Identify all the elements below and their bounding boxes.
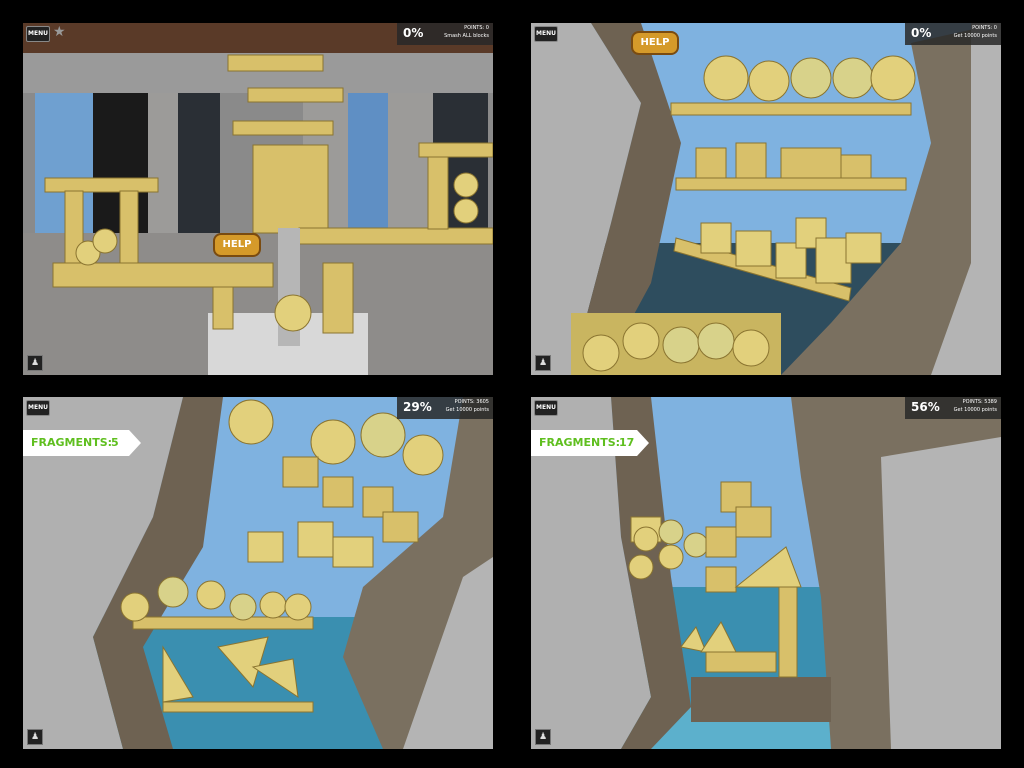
goal-text: Get 10000 points — [953, 407, 997, 413]
user-icon[interactable]: ♟ — [535, 355, 551, 371]
hud-top-bar: MENU 0% POINTS: 0 Get 10000 points — [531, 23, 1001, 51]
user-icon[interactable]: ♟ — [27, 729, 43, 745]
game-scene-1 — [23, 23, 493, 375]
progress-percent: 0% — [403, 26, 424, 40]
game-panel-1: MENU ★ 0% POINTS: 0 Smash ALL blocks HEL… — [23, 23, 493, 375]
menu-button[interactable]: MENU — [26, 26, 50, 42]
user-icon[interactable]: ♟ — [535, 729, 551, 745]
goal-text: Smash ALL blocks — [444, 33, 489, 39]
fragments-count: 5 — [111, 436, 119, 449]
hud-top-bar: MENU 56% POINTS: 5389 Get 10000 points — [531, 397, 1001, 425]
score-box: 56% POINTS: 5389 Get 10000 points — [905, 397, 1001, 419]
menu-button[interactable]: MENU — [26, 400, 50, 416]
score-box: 0% POINTS: 0 Smash ALL blocks — [397, 23, 493, 45]
user-icon[interactable]: ♟ — [27, 355, 43, 371]
star-icon[interactable]: ★ — [53, 24, 66, 40]
game-panel-4: MENU 56% POINTS: 5389 Get 10000 points F… — [531, 397, 1001, 749]
menu-button[interactable]: MENU — [534, 26, 558, 42]
hud-top-bar: MENU 29% POINTS: 3605 Get 10000 points — [23, 397, 493, 425]
game-panel-3: MENU 29% POINTS: 3605 Get 10000 points F… — [23, 397, 493, 749]
progress-percent: 0% — [911, 26, 932, 40]
points-counter: POINTS: 5389 — [962, 399, 997, 405]
progress-percent: 29% — [403, 400, 432, 414]
progress-percent: 56% — [911, 400, 940, 414]
points-counter: POINTS: 3605 — [454, 399, 489, 405]
menu-button[interactable]: MENU — [534, 400, 558, 416]
fragments-count: 17 — [619, 436, 635, 449]
game-panel-2: MENU 0% POINTS: 0 Get 10000 points HELP … — [531, 23, 1001, 375]
help-sign-button[interactable]: HELP — [631, 31, 679, 55]
points-counter: POINTS: 0 — [972, 25, 997, 31]
fragments-label: FRAGMENTS: — [31, 436, 113, 449]
points-counter: POINTS: 0 — [464, 25, 489, 31]
fragments-banner: FRAGMENTS: 17 — [531, 430, 649, 456]
game-scene-2 — [531, 23, 1001, 375]
fragments-banner: FRAGMENTS: 5 — [23, 430, 141, 456]
score-box: 0% POINTS: 0 Get 10000 points — [905, 23, 1001, 45]
help-sign-button[interactable]: HELP — [213, 233, 261, 257]
score-box: 29% POINTS: 3605 Get 10000 points — [397, 397, 493, 419]
hud-top-bar: MENU ★ 0% POINTS: 0 Smash ALL blocks — [23, 23, 493, 51]
goal-text: Get 10000 points — [445, 407, 489, 413]
goal-text: Get 10000 points — [953, 33, 997, 39]
fragments-label: FRAGMENTS: — [539, 436, 621, 449]
